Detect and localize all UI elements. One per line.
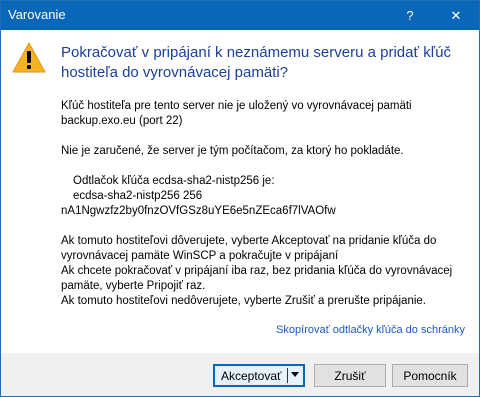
instruction-cancel: Ak tomuto hostiteľovi nedôverujete, vybe… [61,295,426,307]
dialog-message: Kľúč hostiteľa pre tento server nie je u… [61,99,466,309]
message-line: Kľúč hostiteľa pre tento server nie je u… [61,100,412,112]
fingerprint-label: Odtlačok kľúča ecdsa-sha2-nistp256 je: [73,175,275,187]
accept-split-button[interactable]: Akceptovať [213,364,305,387]
warning-icon [12,42,46,73]
message-line: backup.exo.eu (port 22) [61,115,183,127]
split-separator [287,368,288,383]
fingerprint-value: nA1Ngwzfz2by0fnzOVfGSz8uYE6e5nZEca6f7lVA… [61,205,336,217]
button-bar: Akceptovať Zrušiť Pomocník [1,353,479,396]
help-button[interactable]: Pomocník [392,364,468,387]
cancel-button[interactable]: Zrušiť [314,364,386,387]
help-title-button[interactable]: ? [392,1,428,30]
fingerprint-algorithm: ecdsa-sha2-nistp256 256 [73,190,203,202]
instruction-accept: Ak tomuto hostiteľovi dôverujete, vybert… [61,235,437,262]
window-title: Varovanie [8,7,66,22]
dialog-window: Varovanie ? ✕ Pokračovať v pripájaní k n… [0,0,480,397]
message-line: Nie je zaručené, že server je tým počíta… [61,145,404,157]
accept-label: Akceptovať [221,368,282,383]
instruction-once: Ak chcete pokračovať v pripájaní iba raz… [61,265,453,292]
dialog-content: Pokračovať v pripájaní k neznámemu serve… [1,30,479,353]
title-bar[interactable]: Varovanie ? ✕ [1,1,479,30]
close-button[interactable]: ✕ [438,1,474,30]
dialog-heading: Pokračovať v pripájaní k neznámemu serve… [61,44,451,81]
copy-fingerprints-link[interactable]: Skopírovať odtlačky kľúča do schránky [276,324,465,336]
chevron-down-icon[interactable] [291,372,299,377]
